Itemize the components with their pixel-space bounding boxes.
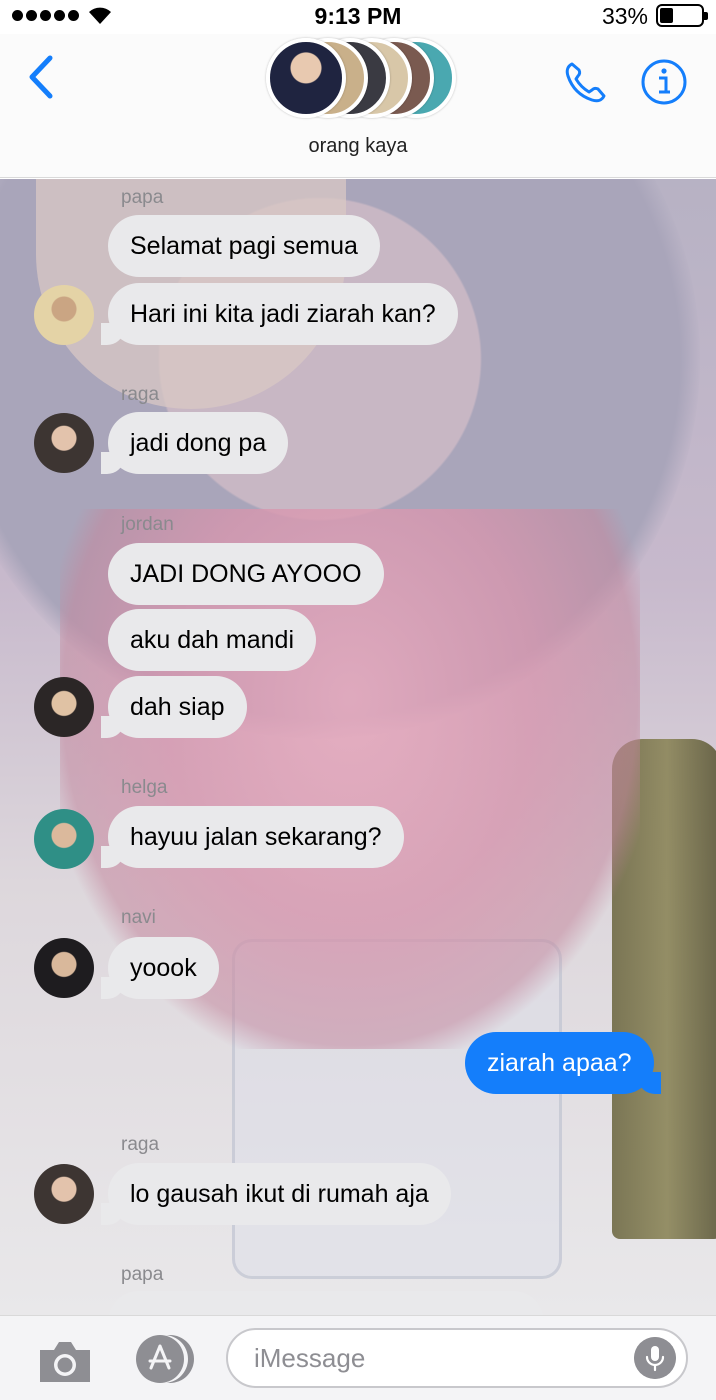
- incoming-message[interactable]: lo gausah ikut di rumah aja: [101, 1163, 451, 1225]
- phone-icon[interactable]: [560, 58, 610, 108]
- group-name[interactable]: orang kaya: [0, 135, 716, 158]
- sender-name: papa: [121, 187, 164, 208]
- compose-bar: [0, 1315, 716, 1400]
- camera-icon[interactable]: [36, 1336, 94, 1386]
- incoming-message[interactable]: jadi dong pa: [100, 412, 289, 474]
- message-list[interactable]: papa Selamat pagi semua Hari ini kita ja…: [0, 179, 716, 1315]
- sender-name: papa: [121, 1264, 164, 1285]
- incoming-message[interactable]: hayuu jalan sekarang?: [101, 806, 404, 868]
- avatar: [266, 38, 346, 118]
- app-store-icon[interactable]: [130, 1334, 196, 1384]
- incoming-message[interactable]: Selamat pagi semua: [108, 215, 380, 277]
- sender-name: helga: [121, 777, 168, 798]
- back-chevron-icon[interactable]: [22, 52, 62, 102]
- battery-percentage: 33%: [601, 3, 648, 29]
- incoming-message[interactable]: yoook: [101, 937, 219, 999]
- sender-name: raga: [121, 1134, 160, 1155]
- battery-icon: [656, 4, 708, 27]
- incoming-message[interactable]: Hari ini kita jadi ziarah kan?: [101, 283, 458, 345]
- message-field[interactable]: [226, 1328, 688, 1388]
- incoming-message[interactable]: aku dah mandi: [108, 609, 317, 671]
- sender-name: raga: [121, 384, 160, 405]
- outgoing-message[interactable]: ziarah apaa?: [465, 1032, 661, 1094]
- conversation-header: orang kaya: [0, 34, 716, 178]
- group-avatar-stack[interactable]: [266, 34, 456, 124]
- info-icon[interactable]: [640, 58, 688, 106]
- microphone-icon[interactable]: [634, 1337, 676, 1379]
- incoming-message[interactable]: [108, 1291, 544, 1315]
- sender-name: navi: [121, 907, 156, 928]
- sender-name: jordan: [121, 514, 174, 535]
- message-input[interactable]: [254, 1330, 634, 1386]
- incoming-message[interactable]: dah siap: [101, 676, 247, 738]
- incoming-message[interactable]: JADI DONG AYOOO: [108, 543, 384, 605]
- status-bar: 9:13 PM 33%: [0, 0, 716, 34]
